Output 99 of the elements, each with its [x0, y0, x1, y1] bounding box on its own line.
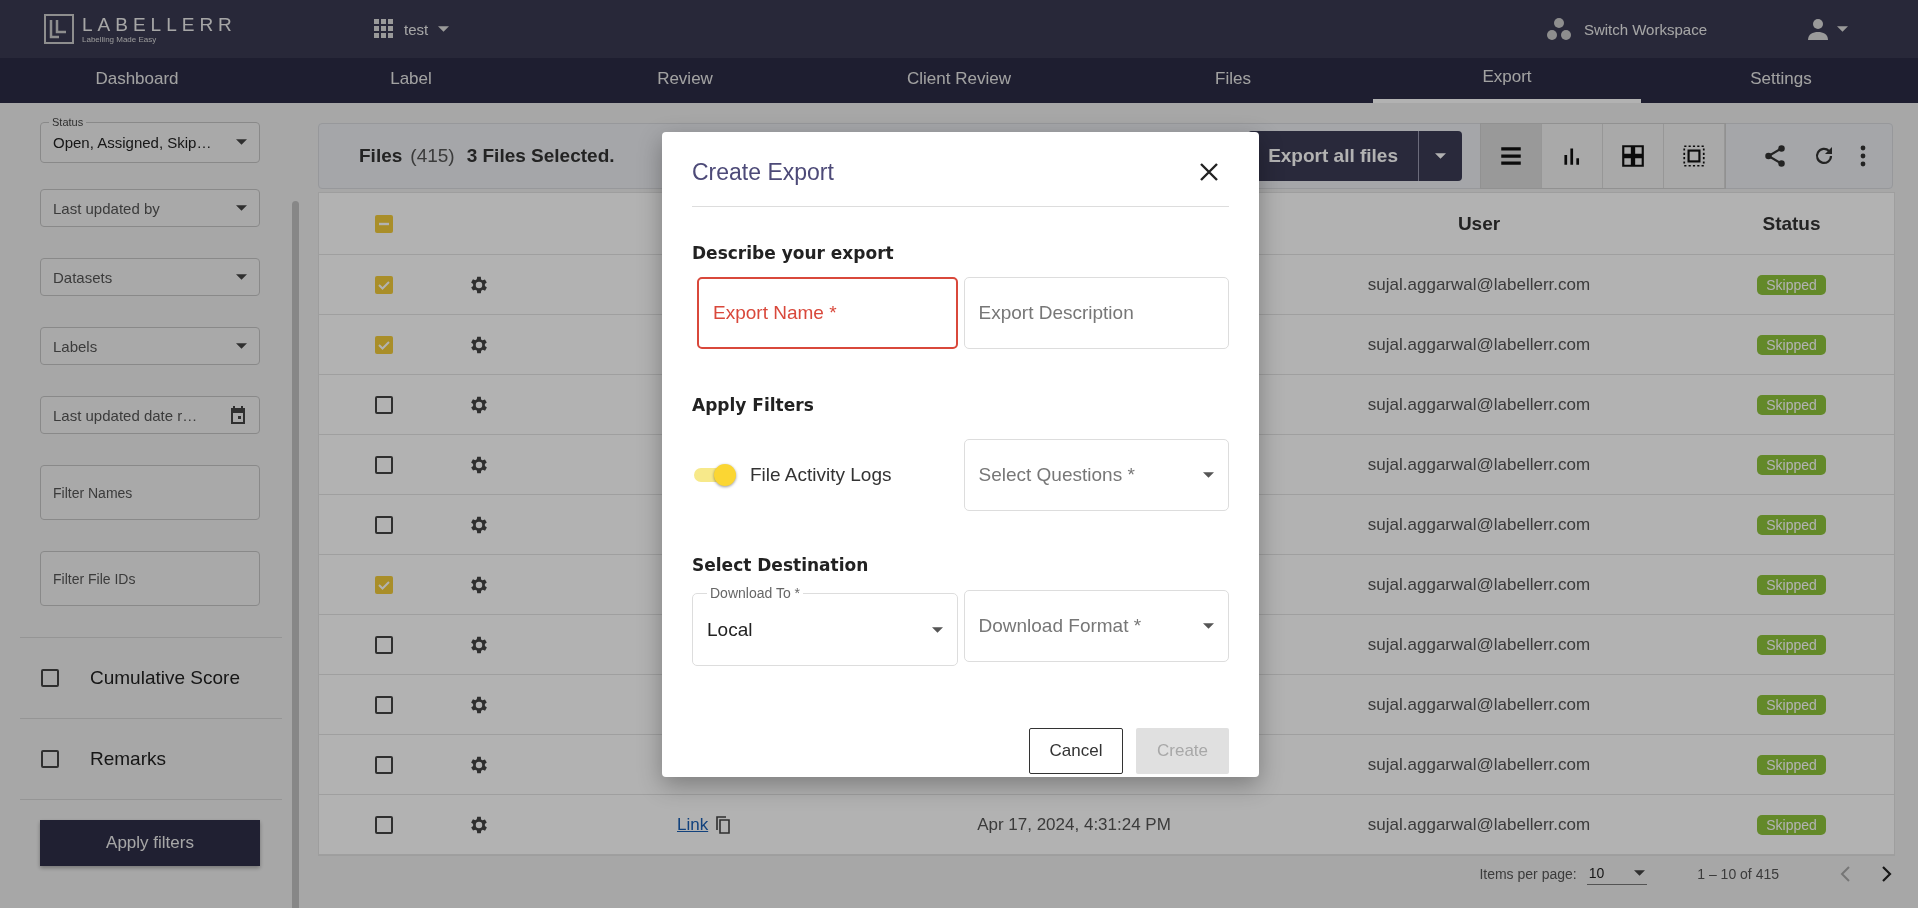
nav-tab[interactable]: Files: [1099, 58, 1367, 103]
project-name[interactable]: test: [404, 20, 429, 38]
column-header: User: [1457, 212, 1501, 235]
table-cell: sujal.aggarwal@labellerr.com: [1367, 814, 1591, 835]
checkbox[interactable]: [374, 454, 394, 475]
file-count: (415): [410, 145, 455, 167]
select-field[interactable]: Download Format *: [963, 589, 1229, 662]
checkbox[interactable]: [374, 814, 394, 835]
caret-icon: [236, 139, 247, 145]
copy-icon[interactable]: [716, 815, 733, 834]
share-icon[interactable]: [1762, 143, 1788, 169]
page-size-select[interactable]: 10: [1586, 863, 1648, 885]
status-badge: Skipped: [1757, 814, 1826, 835]
cancel-button[interactable]: Cancel: [1029, 728, 1123, 774]
checkbox[interactable]: [374, 634, 394, 655]
dialog-title: Create Export: [692, 158, 834, 186]
more-icon[interactable]: [1860, 145, 1866, 167]
status-badge: Skipped: [1757, 574, 1826, 595]
nav-tab[interactable]: Client Review: [825, 58, 1093, 103]
toggle-label: File Activity Logs: [750, 464, 892, 486]
caret-icon: [1634, 870, 1646, 876]
select-field[interactable]: Labels: [40, 327, 260, 365]
section-heading: Apply Filters: [692, 394, 815, 417]
toggle-switch[interactable]: [692, 463, 738, 487]
caret-icon: [1203, 472, 1214, 478]
table-cell: sujal.aggarwal@labellerr.com: [1367, 514, 1591, 535]
caret-icon: [1435, 153, 1446, 159]
date-field[interactable]: Last updated date r…: [40, 396, 260, 434]
selection-count: 3 Files Selected.: [466, 145, 615, 167]
caret-icon: [236, 274, 247, 280]
caret-icon: [1837, 26, 1848, 32]
items-per-page-label: Items per page:: [1479, 866, 1577, 882]
table-cell: sujal.aggarwal@labellerr.com: [1367, 334, 1591, 355]
apply-filters-button[interactable]: Apply filters: [40, 820, 260, 866]
checkbox[interactable]: [40, 668, 60, 688]
apps-grid-icon[interactable]: [374, 19, 394, 39]
page-range: 1 – 10 of 415: [1697, 866, 1779, 882]
calendar-icon[interactable]: [229, 405, 247, 425]
logo-title: LABELLERR: [82, 14, 237, 35]
select-field[interactable]: Datasets: [40, 258, 260, 296]
checkbox[interactable]: [374, 274, 394, 295]
logo-tagline: Labelling Made Easy: [82, 34, 158, 44]
checkbox[interactable]: [374, 394, 394, 415]
input-field[interactable]: Filter Names: [40, 465, 260, 520]
status-badge: Skipped: [1757, 274, 1826, 295]
user-icon: [1807, 18, 1829, 40]
workspace-icon: [1545, 17, 1572, 41]
table-cell: sujal.aggarwal@labellerr.com: [1367, 754, 1591, 775]
caret-icon: [1203, 622, 1214, 629]
nav-tab[interactable]: Review: [551, 58, 819, 103]
file-link[interactable]: Link: [677, 814, 709, 835]
caret-icon: [931, 627, 943, 633]
checkbox[interactable]: [374, 754, 394, 775]
checkbox[interactable]: [374, 334, 394, 355]
status-badge: Skipped: [1757, 394, 1826, 415]
switch-workspace-button[interactable]: Switch Workspace: [1545, 17, 1707, 41]
table-cell: sujal.aggarwal@labellerr.com: [1367, 274, 1591, 295]
panel-title: Files: [359, 145, 403, 167]
table-cell: sujal.aggarwal@labellerr.com: [1367, 574, 1591, 595]
caret-icon: [438, 26, 450, 32]
nav-tab[interactable]: Settings: [1647, 58, 1915, 103]
table-cell: Apr 17, 2024, 4:31:24 PM: [977, 814, 1171, 835]
checkbox[interactable]: [374, 213, 394, 234]
column-header: Status: [1762, 212, 1821, 235]
nav-tab[interactable]: Dashboard: [3, 58, 271, 103]
account-menu[interactable]: [1807, 18, 1848, 40]
checkbox[interactable]: [374, 574, 394, 595]
caret-icon: [236, 205, 247, 211]
option-label: Cumulative Score: [90, 667, 240, 689]
next-page-icon[interactable]: [1881, 865, 1893, 883]
input-field[interactable]: Export Name *: [697, 277, 958, 349]
input-field[interactable]: Filter File IDs: [40, 551, 260, 606]
logo-icon: [44, 14, 74, 44]
select-field[interactable]: Download To * Local: [692, 585, 958, 666]
status-badge: Skipped: [1757, 334, 1826, 355]
nav-tab[interactable]: Export: [1373, 58, 1641, 103]
option-label: Remarks: [90, 748, 166, 770]
status-badge: Skipped: [1757, 634, 1826, 655]
table-cell: sujal.aggarwal@labellerr.com: [1367, 454, 1591, 475]
status-badge: Skipped: [1757, 514, 1826, 535]
table-cell: sujal.aggarwal@labellerr.com: [1367, 634, 1591, 655]
status-badge: Skipped: [1757, 694, 1826, 715]
select-field[interactable]: Select Questions *: [963, 439, 1229, 511]
view-toggle[interactable]: [1481, 124, 1542, 188]
checkbox[interactable]: [40, 749, 60, 769]
select-all-icon: [1681, 143, 1707, 169]
checkbox[interactable]: [374, 514, 394, 535]
nav-tab[interactable]: Label: [277, 58, 545, 103]
grid-view-icon: [1620, 143, 1646, 169]
checkbox[interactable]: [374, 694, 394, 715]
status-badge: Skipped: [1757, 454, 1826, 475]
table-cell: sujal.aggarwal@labellerr.com: [1367, 694, 1591, 715]
section-heading: Select Destination: [692, 554, 870, 577]
caret-icon: [236, 343, 247, 349]
section-heading: Describe your export: [692, 242, 895, 265]
select-field[interactable]: Last updated by: [40, 189, 260, 227]
select-field[interactable]: Status Open, Assigned, Skip…: [40, 116, 260, 163]
table-cell: sujal.aggarwal@labellerr.com: [1367, 394, 1591, 415]
status-badge: Skipped: [1757, 754, 1826, 775]
